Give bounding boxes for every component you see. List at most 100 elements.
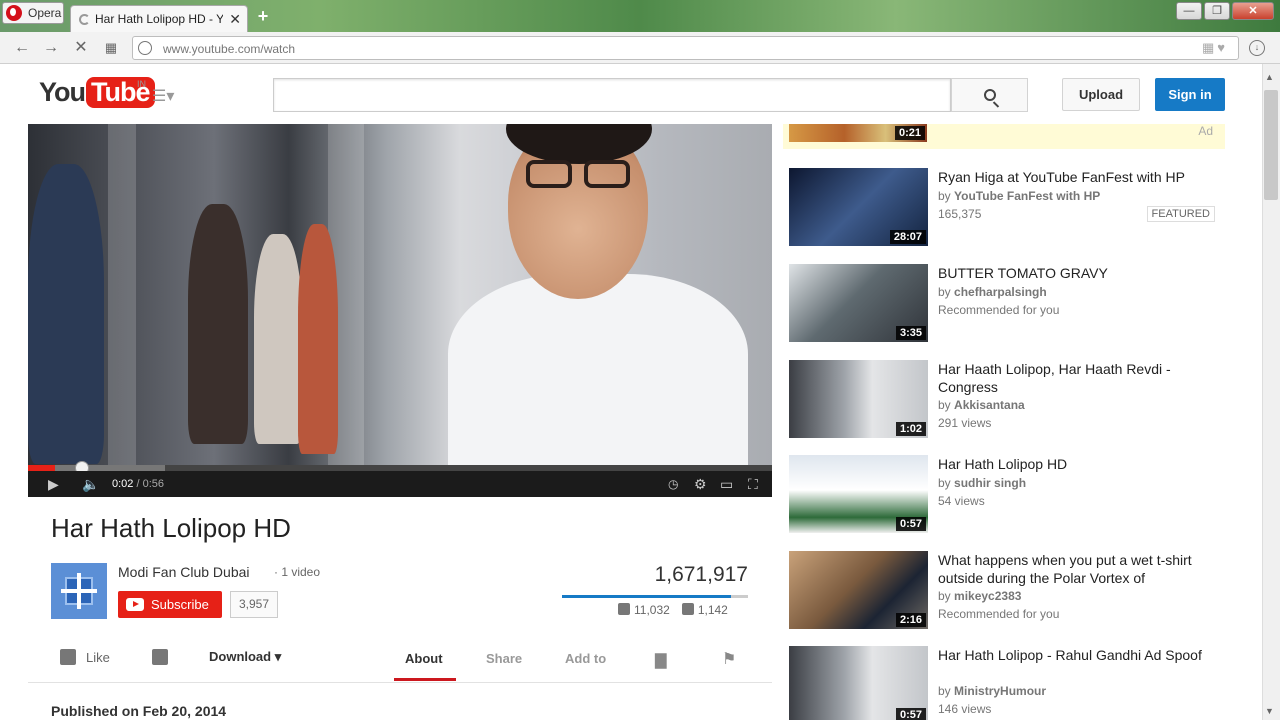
address-bar[interactable]: www.youtube.com/watch ▦♥	[132, 36, 1239, 60]
related-thumbnail[interactable]: 1:02	[789, 360, 928, 438]
bookmark-heart-icon[interactable]: ▦♥	[1202, 40, 1228, 56]
search-icon	[984, 89, 996, 101]
related-title[interactable]: What happens when you put a wet t-shirt …	[938, 551, 1223, 587]
dislike-button[interactable]	[152, 649, 178, 665]
duration-badge: 0:57	[895, 708, 926, 720]
new-tab-button[interactable]: +	[254, 7, 272, 25]
related-video[interactable]: 0:57 Har Hath Lolipop HD by sudhir singh…	[789, 455, 1225, 535]
video-frame[interactable]	[28, 124, 772, 474]
related-title[interactable]: Har Hath Lolipop - Rahul Gandhi Ad Spoof	[938, 646, 1223, 664]
action-bar: Like Download ▾ About Share Add to ▇ ⚑	[28, 633, 772, 683]
like-counts: 11,032 1,142	[618, 603, 728, 617]
related-channel[interactable]: by Akkisantana	[938, 398, 1025, 412]
related-video[interactable]: 1:02 Har Haath Lolipop, Har Haath Revdi …	[789, 360, 1225, 440]
channel-avatar[interactable]	[51, 563, 107, 619]
child-figure	[448, 274, 748, 474]
background-person	[188, 204, 248, 444]
loading-spinner-icon	[79, 13, 90, 25]
speed-dial-grid-icon[interactable]: ▦	[101, 38, 121, 58]
settings-gear-icon[interactable]: ⚙	[694, 476, 707, 492]
related-video[interactable]: 2:16 What happens when you put a wet t-s…	[789, 551, 1225, 631]
channel-name-link[interactable]: Modi Fan Club Dubai	[118, 564, 250, 580]
forward-arrow-icon[interactable]: →	[41, 38, 61, 58]
sign-in-button[interactable]: Sign in	[1155, 78, 1225, 111]
related-thumbnail[interactable]: 28:07	[789, 168, 928, 246]
play-icon[interactable]: ▶	[48, 476, 59, 492]
related-meta: 165,375	[938, 207, 982, 221]
related-channel[interactable]: by sudhir singh	[938, 476, 1026, 490]
close-window-button[interactable]: ✕	[1232, 2, 1274, 20]
related-title[interactable]: Har Haath Lolipop, Har Haath Revdi - Con…	[938, 360, 1223, 396]
downloads-icon[interactable]: ↓	[1249, 40, 1265, 56]
stop-loading-icon[interactable]: ✕	[71, 38, 91, 58]
tab-share[interactable]: Share	[486, 651, 522, 666]
opera-menu-button[interactable]: Opera	[2, 2, 64, 24]
related-meta: Recommended for you	[938, 303, 1060, 317]
related-video[interactable]: 28:07 Ryan Higa at YouTube FanFest with …	[789, 168, 1225, 248]
upload-button[interactable]: Upload	[1062, 78, 1140, 111]
background-pillar	[108, 124, 136, 465]
video-title: Har Hath Lolipop HD	[51, 513, 291, 543]
opera-logo-icon	[6, 5, 22, 21]
dislike-count[interactable]: 1,142	[681, 603, 728, 617]
current-time: 0:02	[112, 478, 134, 490]
subscribe-label: Subscribe	[151, 597, 209, 612]
like-dislike-bar	[562, 595, 748, 598]
thumbs-down-icon	[681, 603, 694, 615]
like-count[interactable]: 11,032	[618, 603, 670, 617]
minimize-button[interactable]: —	[1176, 2, 1202, 20]
related-channel[interactable]: by YouTube FanFest with HP	[938, 189, 1100, 203]
related-thumbnail[interactable]: 2:16	[789, 551, 928, 629]
scroll-down-arrow-icon[interactable]: ▼	[1265, 706, 1274, 716]
guide-menu-icon[interactable]: ☰▾	[152, 86, 174, 106]
background-person	[298, 224, 338, 454]
like-button[interactable]: Like	[60, 649, 110, 665]
youtube-play-icon	[126, 598, 144, 611]
subscribe-button[interactable]: Subscribe	[118, 591, 222, 618]
fullscreen-icon[interactable]: ⛶	[748, 476, 758, 492]
close-tab-icon[interactable]: ✕	[229, 11, 241, 28]
related-title[interactable]: Har Hath Lolipop HD	[938, 455, 1223, 473]
flag-icon[interactable]: ⚑	[722, 649, 736, 669]
search-input[interactable]	[273, 78, 951, 112]
stats-icon[interactable]: ▇	[655, 651, 667, 669]
scrollbar-thumb[interactable]	[1264, 90, 1278, 200]
related-thumbnail[interactable]: 0:57	[789, 455, 928, 533]
ad-thumbnail[interactable]: 0:21	[789, 124, 927, 142]
browser-title-bar: Opera Har Hath Lolipop HD - You ✕ + — ❐ …	[0, 0, 1280, 32]
related-thumbnail[interactable]: 0:57	[789, 646, 928, 720]
related-meta: 291 views	[938, 416, 992, 430]
theater-mode-icon[interactable]: ▭	[720, 476, 733, 492]
subscriber-count: 3,957	[230, 591, 279, 618]
tab-title: Har Hath Lolipop HD - You	[95, 12, 223, 26]
related-channel[interactable]: by chefharpalsingh	[938, 285, 1047, 299]
related-video[interactable]: 0:57 Har Hath Lolipop - Rahul Gandhi Ad …	[789, 646, 1225, 720]
duration-badge: 28:07	[889, 230, 926, 244]
related-thumbnail[interactable]: 3:35	[789, 264, 928, 342]
duration: 0:56	[142, 478, 165, 490]
related-title[interactable]: BUTTER TOMATO GRAVY	[938, 264, 1223, 282]
thumbs-down-icon	[152, 649, 168, 665]
sidebar-ad[interactable]: 0:21 Ad	[783, 124, 1225, 149]
published-date: Published on Feb 20, 2014	[51, 703, 227, 719]
related-channel[interactable]: by mikeyc2383	[938, 589, 1021, 603]
background-person	[28, 164, 104, 464]
related-meta: 54 views	[938, 494, 985, 508]
duration-badge: 0:57	[895, 517, 926, 531]
watch-later-icon[interactable]: ◷	[668, 476, 678, 492]
tab-about[interactable]: About	[405, 651, 443, 666]
scroll-up-arrow-icon[interactable]: ▲	[1265, 72, 1274, 82]
browser-tab[interactable]: Har Hath Lolipop HD - You ✕	[70, 5, 248, 32]
time-display: 0:02 / 0:56	[112, 478, 165, 490]
video-player[interactable]: ▶ 🔈 0:02 / 0:56 ◷ ⚙ ▭ ⛶	[28, 124, 772, 497]
youtube-logo[interactable]: You Tube IN	[39, 77, 155, 108]
related-channel[interactable]: by MinistryHumour	[938, 684, 1046, 698]
download-button[interactable]: Download ▾	[209, 649, 281, 665]
related-title[interactable]: Ryan Higa at YouTube FanFest with HP	[938, 168, 1223, 186]
back-arrow-icon[interactable]: ←	[12, 38, 32, 58]
maximize-button[interactable]: ❐	[1204, 2, 1230, 20]
related-video[interactable]: 3:35 BUTTER TOMATO GRAVY by chefharpalsi…	[789, 264, 1225, 344]
search-button[interactable]	[951, 78, 1028, 112]
tab-add-to[interactable]: Add to	[565, 651, 606, 666]
volume-icon[interactable]: 🔈	[82, 476, 99, 492]
